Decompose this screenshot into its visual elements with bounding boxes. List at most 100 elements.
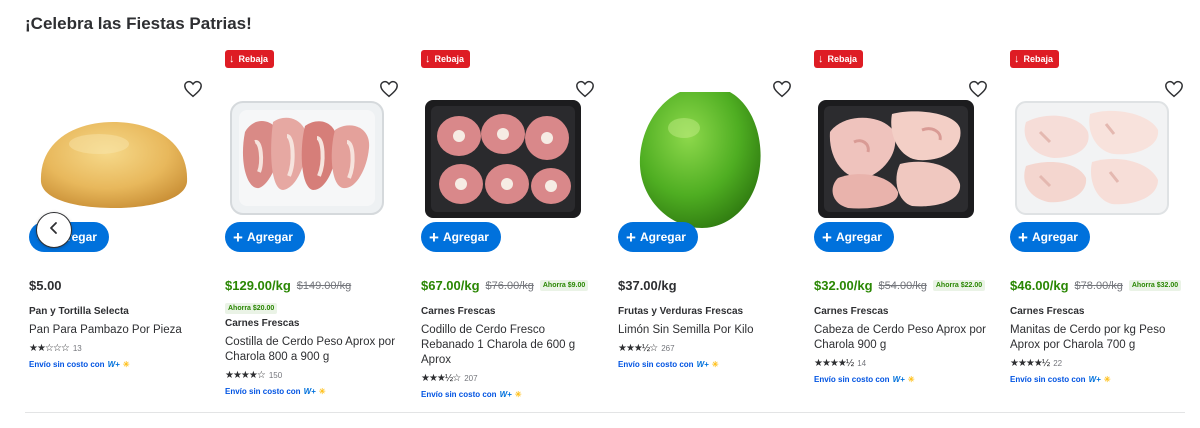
carousel-prev-button[interactable]	[36, 212, 72, 248]
product-image-pork-feet-tray[interactable]	[1010, 92, 1182, 232]
savings-badge: Ahorra $9.00	[539, 280, 589, 291]
product-rating: ★★★½☆ 267	[618, 343, 796, 354]
shipping-text: Envío sin costo con	[421, 390, 497, 399]
plus-icon: +	[233, 227, 243, 247]
product-brand: Carnes Frescas	[814, 306, 889, 317]
current-price: $37.00/kg	[618, 278, 677, 293]
current-price: $67.00/kg	[421, 278, 480, 293]
walmart-plus-logo: W+	[499, 390, 512, 399]
arrow-down-icon: ↓	[425, 52, 431, 65]
rating-stars: ★★★★½	[814, 358, 854, 369]
product-brand: Carnes Frescas	[1010, 306, 1085, 317]
product-name[interactable]: Manitas de Cerdo por kg Peso Aprox por C…	[1010, 323, 1188, 353]
walmart-plus-logo: W+	[303, 387, 316, 396]
product-image-lime[interactable]	[618, 86, 790, 232]
sale-badge-label: Rebaja	[1023, 54, 1054, 64]
add-button-label: Agregar	[1031, 230, 1078, 244]
plus-icon: +	[429, 227, 439, 247]
plus-icon: +	[1018, 227, 1028, 247]
shipping-text: Envío sin costo con	[814, 375, 890, 384]
product-brand: Carnes Frescas	[421, 306, 496, 317]
spark-icon: ✳	[122, 360, 130, 369]
add-to-cart-button[interactable]: + Agregar	[618, 222, 698, 252]
product-card[interactable]: ↓ Rebaja + Agregar $67.00/kg $76.00/kg A…	[421, 48, 603, 408]
product-card[interactable]: ↓ Rebaja + Agregar $46.00/kg $78.00/kg A…	[1010, 48, 1192, 408]
product-name[interactable]: Costilla de Cerdo Peso Aprox por Charola…	[225, 335, 403, 365]
previous-price: $54.00/kg	[878, 279, 927, 292]
free-shipping-note: Envío sin costo con W+ ✳	[814, 375, 992, 384]
add-to-cart-button[interactable]: + Agregar	[814, 222, 894, 252]
shipping-text: Envío sin costo con	[618, 360, 694, 369]
shipping-text: Envío sin costo con	[225, 387, 301, 396]
product-rating: ★★☆☆☆ 13	[29, 343, 207, 354]
spark-icon: ✳	[711, 360, 719, 369]
shipping-text: Envío sin costo con	[1010, 375, 1086, 384]
walmart-plus-logo: W+	[892, 375, 905, 384]
product-card[interactable]: ↓ Rebaja + Agregar $129.00/kg $149.00/kg…	[225, 48, 407, 408]
product-name[interactable]: Codillo de Cerdo Fresco Rebanado 1 Charo…	[421, 323, 599, 368]
product-name[interactable]: Pan Para Pambazo Por Pieza	[29, 323, 207, 338]
add-button-label: Agregar	[639, 230, 686, 244]
add-to-cart-button[interactable]: + Agregar	[1010, 222, 1090, 252]
sale-badge: ↓ Rebaja	[1010, 50, 1060, 68]
sale-badge: ↓ Rebaja	[421, 50, 471, 68]
rating-stars: ★★★½☆	[618, 343, 658, 354]
spark-icon: ✳	[318, 387, 326, 396]
free-shipping-note: Envío sin costo con W+ ✳	[225, 387, 403, 396]
add-button-label: Agregar	[835, 230, 882, 244]
sale-badge-label: Rebaja	[238, 54, 269, 64]
product-rating: ★★★★½ 14	[814, 358, 992, 369]
previous-price: $149.00/kg	[296, 279, 352, 292]
add-to-cart-button[interactable]: + Agregar	[421, 222, 501, 252]
free-shipping-note: Envío sin costo con W+ ✳	[1010, 375, 1188, 384]
walmart-plus-logo: W+	[1088, 375, 1101, 384]
current-price: $129.00/kg	[225, 278, 291, 293]
walmart-plus-logo: W+	[696, 360, 709, 369]
product-name[interactable]: Limón Sin Semilla Por Kilo	[618, 323, 796, 338]
chevron-left-icon	[48, 221, 60, 240]
review-count: 150	[268, 371, 283, 380]
free-shipping-note: Envío sin costo con W+ ✳	[421, 390, 599, 399]
product-card[interactable]: ↓ Rebaja + Agregar $32.00/kg $54.00/kg A…	[814, 48, 996, 408]
product-image-pork-ribs-tray[interactable]	[225, 92, 397, 232]
spark-icon: ✳	[907, 375, 915, 384]
product-rating: ★★★★½ 22	[1010, 358, 1188, 369]
product-image-pork-shank-slices[interactable]	[421, 92, 593, 232]
previous-price: $78.00/kg	[1074, 279, 1123, 292]
product-brand: Carnes Frescas	[225, 318, 300, 329]
add-to-cart-button[interactable]: + Agregar	[225, 222, 305, 252]
review-count: 13	[72, 344, 82, 353]
rating-stars: ★★★½☆	[421, 373, 461, 384]
current-price: $46.00/kg	[1010, 278, 1069, 293]
add-button-label: Agregar	[442, 230, 489, 244]
product-brand: Pan y Tortilla Selecta	[29, 306, 129, 317]
sale-badge: ↓ Rebaja	[225, 50, 275, 68]
previous-price: $76.00/kg	[485, 279, 534, 292]
rating-stars: ★★★★½	[1010, 358, 1050, 369]
sale-badge: ↓ Rebaja	[814, 50, 864, 68]
add-button-label: Agregar	[246, 230, 293, 244]
arrow-down-icon: ↓	[1014, 52, 1020, 65]
product-carousel: + Agregar $5.00 Pan y Tortilla Selecta P…	[0, 0, 1200, 428]
review-count: 267	[661, 344, 675, 353]
spark-icon: ✳	[514, 390, 522, 399]
spark-icon: ✳	[1103, 375, 1111, 384]
product-image-bread-roll[interactable]	[29, 92, 201, 232]
product-card[interactable]: + Agregar $37.00/kg Frutas y Verduras Fr…	[618, 48, 800, 408]
walmart-plus-logo: W+	[107, 360, 120, 369]
plus-icon: +	[626, 227, 636, 247]
product-name[interactable]: Cabeza de Cerdo Peso Aprox por Charola 9…	[814, 323, 992, 353]
sale-badge-label: Rebaja	[827, 54, 858, 64]
rating-stars: ★★☆☆☆	[29, 343, 70, 354]
current-price: $32.00/kg	[814, 278, 873, 293]
savings-badge: Ahorra $22.00	[932, 280, 986, 291]
savings-badge: Ahorra $20.00	[225, 303, 278, 314]
product-rating: ★★★★☆ 150	[225, 370, 403, 381]
free-shipping-note: Envío sin costo con W+ ✳	[618, 360, 796, 369]
savings-badge: Ahorra $32.00	[1128, 280, 1182, 291]
review-count: 207	[464, 374, 478, 383]
plus-icon: +	[822, 227, 832, 247]
section-divider	[25, 412, 1185, 413]
product-image-pork-head-tray[interactable]	[814, 92, 986, 232]
arrow-down-icon: ↓	[818, 52, 824, 65]
